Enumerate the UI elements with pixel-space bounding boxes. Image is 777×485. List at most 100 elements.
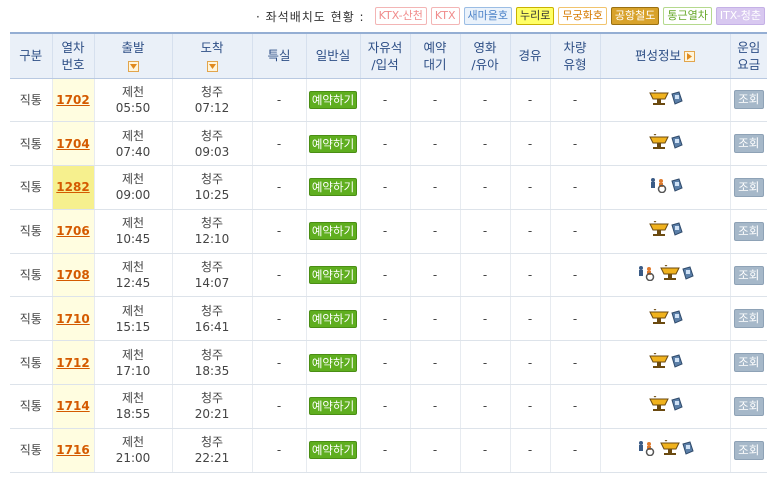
train-no-link[interactable]: 1702 (56, 93, 89, 107)
fare-inquiry-button[interactable]: 조회 (733, 221, 764, 241)
cell-general: 예약하기 (306, 253, 361, 298)
fare-inquiry-button[interactable]: 조회 (733, 90, 764, 110)
formation-icons[interactable] (648, 352, 683, 373)
reserve-button[interactable]: 예약하기 (308, 178, 358, 197)
cell-waitlist: - (410, 428, 461, 473)
train-no-link[interactable]: 1704 (56, 137, 89, 151)
train-no-link[interactable]: 1710 (56, 312, 89, 326)
cell-special: - (252, 165, 307, 210)
sort-down-icon[interactable] (206, 60, 218, 72)
cell-type: 직통 (10, 209, 53, 254)
cell-general: 예약하기 (306, 78, 361, 123)
cell-free-seat: - (360, 78, 411, 123)
cell-departure: 제천 18:55 (94, 384, 173, 429)
reserve-button[interactable]: 예약하기 (308, 266, 358, 285)
fare-inquiry-button[interactable]: 조회 (733, 353, 764, 373)
reserve-button[interactable]: 예약하기 (308, 90, 358, 109)
cell-general: 예약하기 (306, 121, 361, 167)
cell-formation[interactable] (600, 78, 731, 123)
reserve-button[interactable]: 예약하기 (308, 397, 358, 416)
cell-type: 직통 (10, 78, 53, 123)
legend-items: KTX-산천 KTX 새마을호 누리로 무궁화호 공항철도 통근열차 ITX-청춘 (371, 7, 765, 25)
cell-train-no: 1704 (52, 121, 95, 167)
fare-inquiry-button[interactable]: 조회 (733, 177, 764, 197)
cell-via: - (510, 209, 551, 254)
fare-inquiry-button[interactable]: 조회 (733, 440, 764, 460)
fare-inquiry-button[interactable]: 조회 (733, 396, 764, 416)
cafe-icon (648, 221, 670, 241)
train-no-link[interactable]: 1708 (56, 268, 89, 282)
reserve-button[interactable]: 예약하기 (308, 134, 358, 153)
formation-icons[interactable] (648, 396, 683, 416)
formation-icons[interactable] (648, 221, 683, 241)
cell-formation[interactable] (600, 121, 731, 167)
cell-vehicle: - (550, 209, 601, 254)
cell-departure: 제천 07:40 (94, 121, 173, 167)
legend-chip: KTX (430, 7, 460, 25)
cell-free-seat: - (360, 428, 411, 473)
fare-inquiry-button[interactable]: 조회 (733, 134, 764, 154)
table-row: 직통 1282 제천 09:00 청주 10:25- 예약하기 - - - - - 조회 (10, 165, 767, 210)
cell-via: - (510, 340, 551, 386)
train-no-link[interactable]: 1706 (56, 224, 89, 238)
cell-formation[interactable] (600, 209, 731, 254)
train-no-link[interactable]: 1282 (56, 180, 89, 194)
legend-chip: 공항철도 (610, 7, 660, 25)
cell-movie: - (460, 78, 511, 123)
col-header-departure[interactable]: 출발 (94, 32, 173, 79)
cell-free-seat: - (360, 121, 411, 167)
formation-icons[interactable] (636, 440, 694, 460)
sort-down-icon[interactable] (127, 60, 139, 72)
cell-vehicle: - (550, 428, 601, 473)
formation-icons[interactable] (636, 265, 694, 285)
col-header-free-seat: 자유석/입석 (360, 32, 411, 79)
wheelchair-icon (636, 440, 658, 460)
reserve-button[interactable]: 예약하기 (308, 353, 358, 372)
cell-via: - (510, 165, 551, 210)
cell-waitlist: - (410, 78, 461, 123)
train-no-link[interactable]: 1716 (56, 443, 89, 457)
cell-special: - (252, 340, 307, 386)
table-header: 구분 열차 번호 출발 도착 특실 일반실 자유석/입석 예약 대기 영화/유아 경… (10, 32, 767, 79)
formation-icons[interactable] (648, 89, 683, 110)
phone-icon (670, 354, 683, 372)
cell-arrival: 청주 12:10 (172, 209, 253, 254)
cell-type: 직통 (10, 384, 53, 429)
reserve-button[interactable]: 예약하기 (308, 309, 358, 328)
fare-inquiry-button[interactable]: 조회 (733, 309, 764, 329)
cell-fare: 조회 (730, 209, 767, 254)
cell-arrival: 청주 07:12 (172, 78, 253, 123)
fare-inquiry-button[interactable]: 조회 (733, 265, 764, 285)
col-header-arrival[interactable]: 도착 (172, 32, 253, 79)
reserve-button[interactable]: 예약하기 (308, 441, 358, 460)
cell-via: - (510, 296, 551, 342)
cell-general: 예약하기 (306, 340, 361, 386)
col-header-formation[interactable]: 편성정보 (600, 32, 731, 79)
cell-via: - (510, 78, 551, 123)
cell-formation[interactable] (600, 340, 731, 386)
formation-icons[interactable] (648, 133, 683, 154)
expand-arrow-icon[interactable] (684, 51, 695, 63)
cell-formation[interactable] (600, 253, 731, 298)
formation-icons[interactable] (648, 308, 683, 329)
train-no-link[interactable]: 1714 (56, 399, 89, 413)
cell-waitlist: - (410, 209, 461, 254)
phone-icon (682, 441, 694, 459)
col-header-fare: 운임 요금 (730, 32, 767, 79)
train-no-link[interactable]: 1712 (56, 356, 89, 370)
reserve-button[interactable]: 예약하기 (308, 222, 358, 241)
cell-fare: 조회 (730, 253, 767, 298)
cell-train-no: 1706 (52, 209, 95, 254)
table-row: 직통 1710 제천 15:15 청주 16:41- 예약하기 - - - - - 조회 (10, 296, 767, 342)
cell-formation[interactable] (600, 165, 731, 210)
cell-free-seat: - (360, 253, 411, 298)
legend-chip: 통근열차 (663, 7, 712, 25)
cell-free-seat: - (360, 165, 411, 210)
cell-departure: 제천 09:00 (94, 165, 173, 210)
wheelchair-icon (648, 177, 670, 197)
formation-icons[interactable] (648, 177, 683, 197)
cell-formation[interactable] (600, 296, 731, 342)
col-header-vehicle: 차량 유형 (550, 32, 601, 79)
cell-formation[interactable] (600, 384, 731, 429)
cell-formation[interactable] (600, 428, 731, 473)
